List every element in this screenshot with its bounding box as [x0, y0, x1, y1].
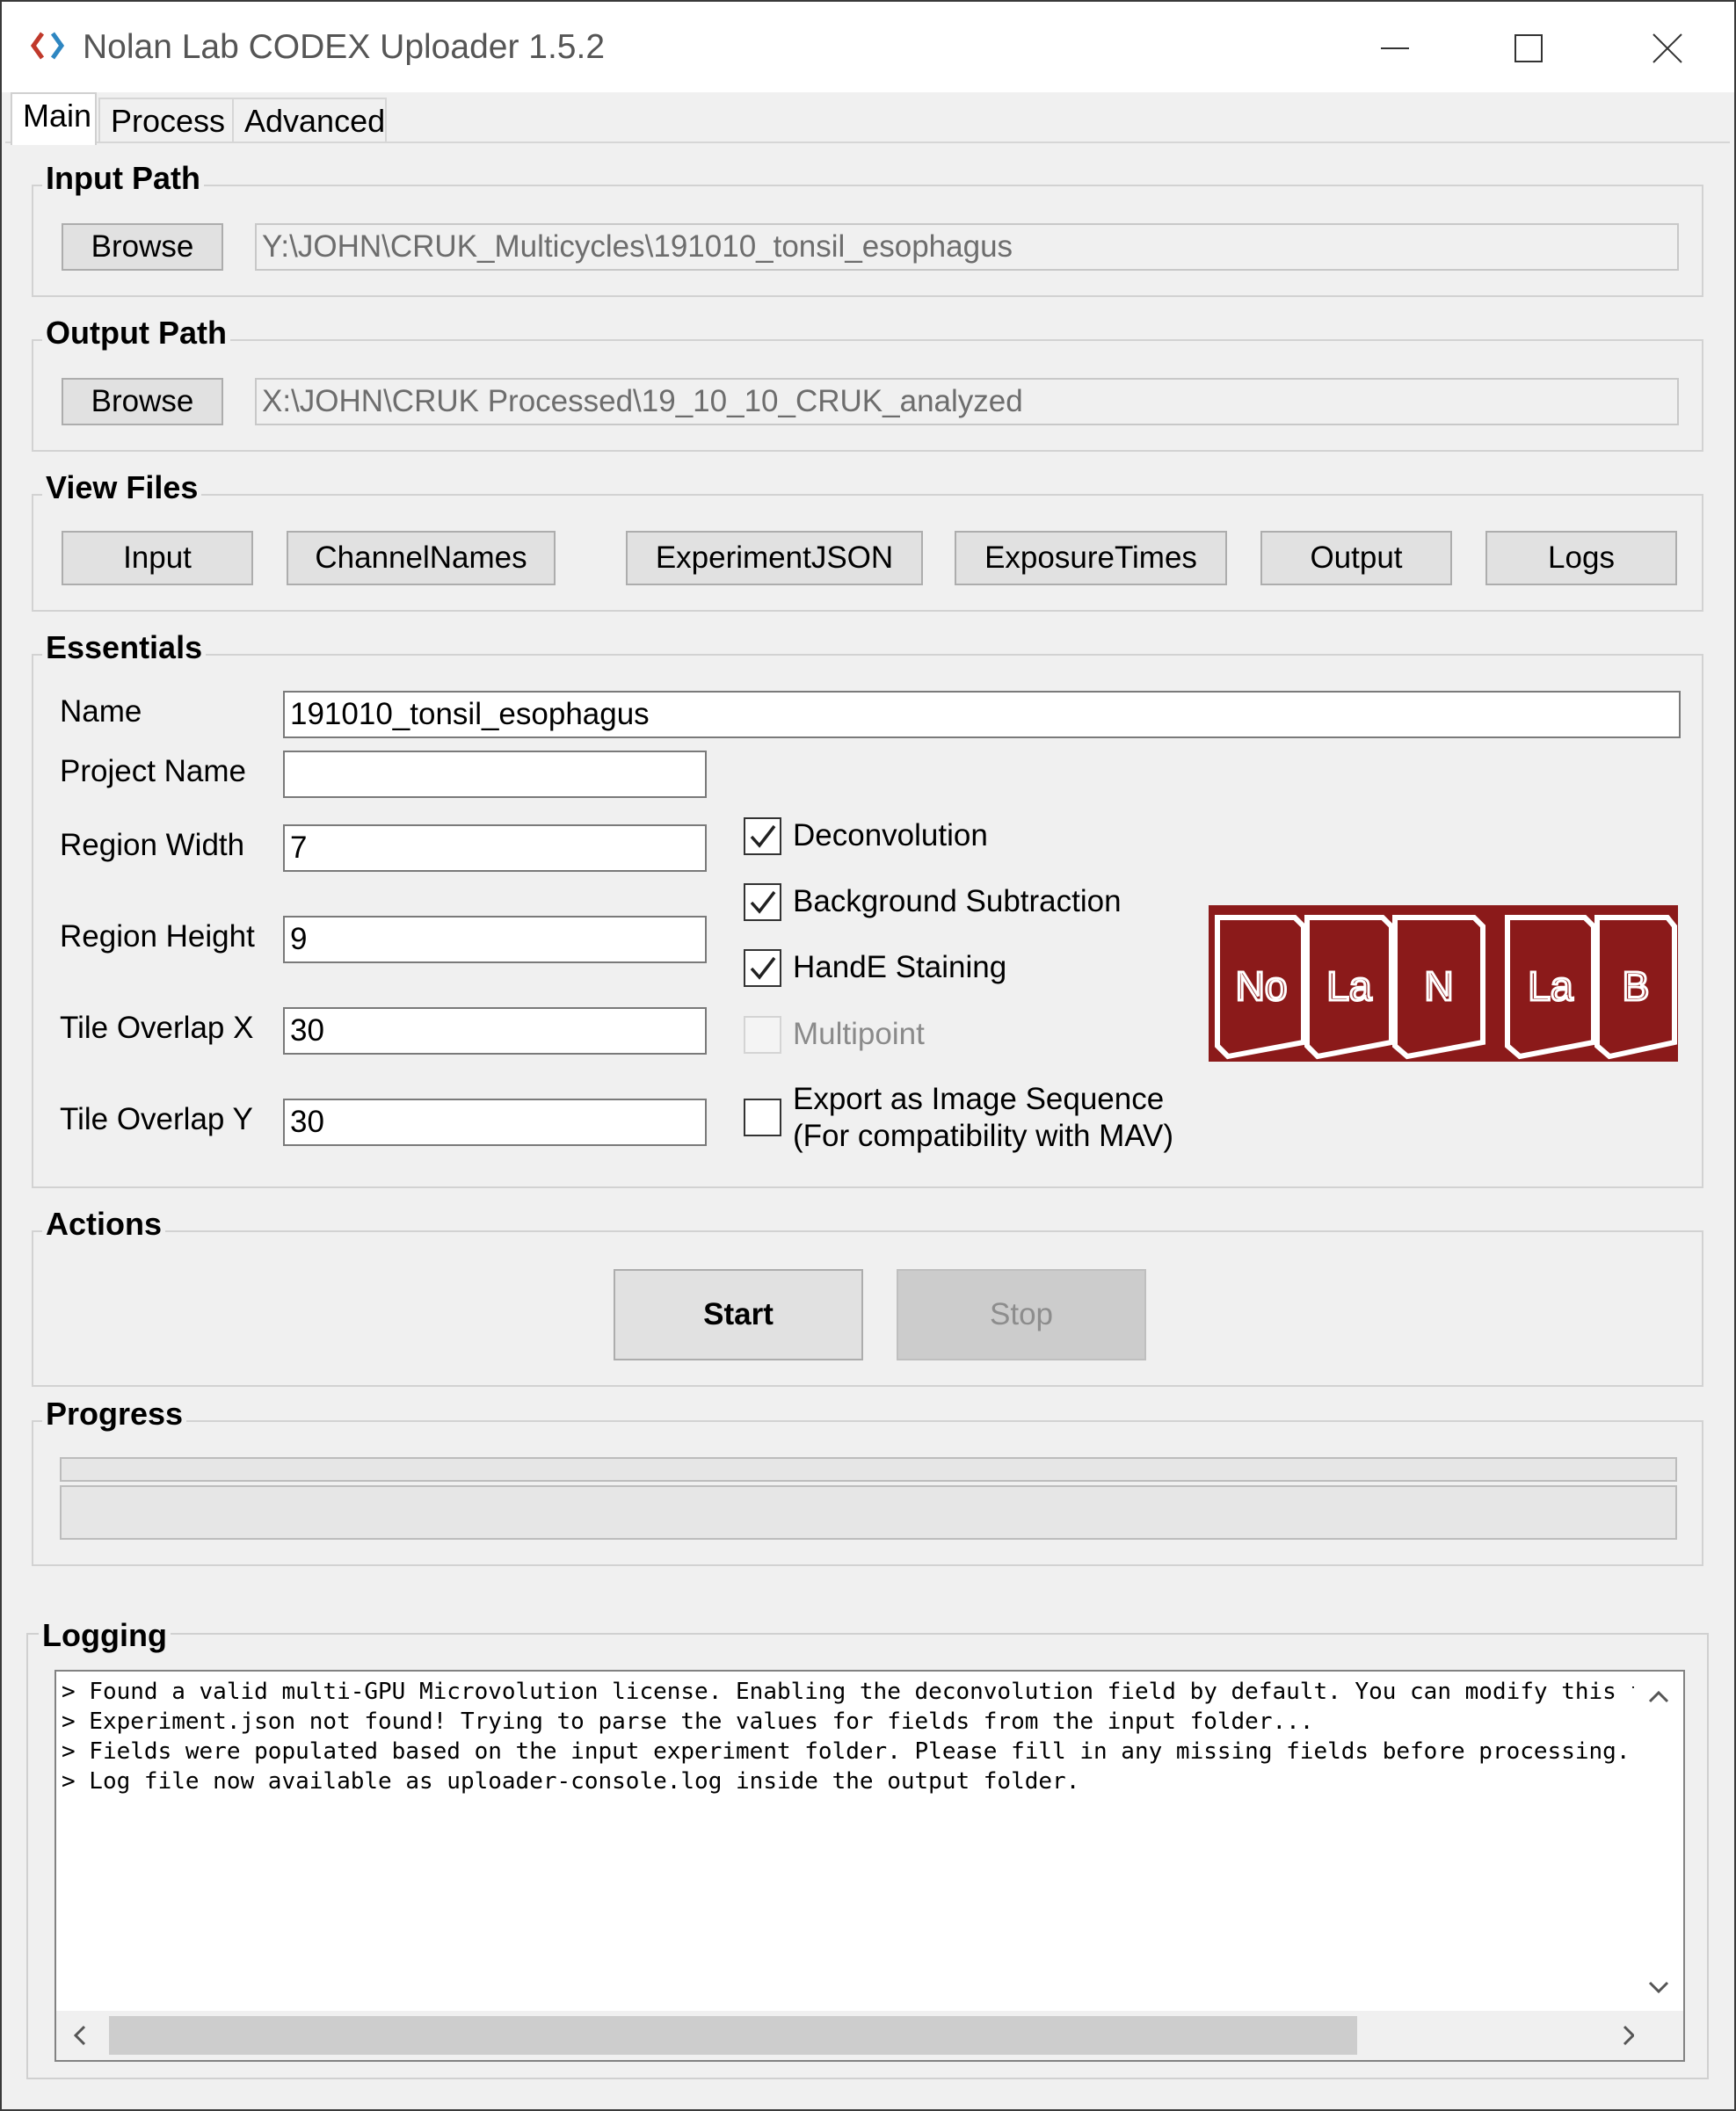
output-path-title: Output Path	[42, 315, 230, 352]
log-line: > Fields were populated based on the inp…	[62, 1738, 1634, 1765]
maximize-icon	[1514, 34, 1543, 62]
project-name-label: Project Name	[60, 754, 247, 788]
view-files-group: View Files Input ChannelNames Experiment…	[32, 469, 1703, 612]
scrollbar-corner	[1634, 2011, 1683, 2060]
export-image-sequence-label: Export as Image Sequence	[793, 1082, 1165, 1116]
tile-overlap-y-label: Tile Overlap Y	[60, 1102, 253, 1136]
checkmark-icon	[750, 890, 776, 914]
background-subtraction-checkbox[interactable]	[744, 883, 781, 921]
essentials-title: Essentials	[42, 629, 207, 666]
hande-staining-label: HandE Staining	[793, 950, 1007, 984]
logo-tile-2: La	[1326, 963, 1372, 1009]
minimize-icon	[1381, 47, 1409, 49]
export-image-sequence-checkbox[interactable]	[744, 1099, 781, 1136]
title-bar: Nolan Lab CODEX Uploader 1.5.2	[2, 2, 1734, 92]
close-button[interactable]	[1628, 18, 1707, 79]
logo-tile-1: No	[1236, 963, 1288, 1009]
view-files-title: View Files	[42, 469, 202, 506]
logo-tile-5: B	[1623, 963, 1650, 1009]
input-browse-button[interactable]: Browse	[62, 223, 223, 271]
logo-tile-3: N	[1424, 963, 1453, 1009]
progress-group: Progress	[32, 1396, 1703, 1566]
stop-button: Stop	[897, 1269, 1146, 1360]
scroll-left-icon[interactable]	[56, 2011, 105, 2060]
start-button[interactable]: Start	[614, 1269, 863, 1360]
output-path-group: Output Path Browse X:\JOHN\CRUK Processe…	[32, 315, 1703, 452]
close-icon	[1652, 33, 1682, 63]
output-browse-button[interactable]: Browse	[62, 378, 223, 425]
logo-tiles: No La N La B	[1215, 915, 1677, 1060]
minimize-button[interactable]	[1355, 18, 1435, 79]
log-output[interactable]: > Found a valid multi-GPU Microvolution …	[54, 1670, 1685, 2062]
log-horizontal-scrollbar[interactable]	[56, 2011, 1683, 2060]
progress-title: Progress	[42, 1396, 187, 1433]
horizontal-scroll-thumb[interactable]	[109, 2016, 1357, 2055]
checkmark-icon	[750, 824, 776, 848]
output-path-field[interactable]: X:\JOHN\CRUK Processed\19_10_10_CRUK_ana…	[255, 378, 1679, 425]
project-name-field[interactable]	[283, 751, 707, 798]
tab-advanced[interactable]: Advanced	[232, 98, 387, 143]
region-width-field[interactable]: 7	[283, 824, 707, 872]
view-logs-button[interactable]: Logs	[1485, 531, 1677, 585]
view-experimentjson-button[interactable]: ExperimentJSON	[626, 531, 923, 585]
window-title: Nolan Lab CODEX Uploader 1.5.2	[83, 28, 606, 66]
view-exposuretimes-button[interactable]: ExposureTimes	[955, 531, 1227, 585]
app-icon	[30, 32, 65, 60]
region-height-label: Region Height	[60, 919, 255, 954]
region-height-field[interactable]: 9	[283, 916, 707, 963]
export-image-sequence-sublabel: (For compatibility with MAV)	[793, 1119, 1174, 1153]
tab-main[interactable]: Main	[11, 92, 97, 145]
multipoint-checkbox	[744, 1016, 781, 1054]
log-lines: > Found a valid multi-GPU Microvolution …	[56, 1672, 1634, 2013]
log-line: > Found a valid multi-GPU Microvolution …	[62, 1679, 1634, 1705]
actions-group: Actions Start Stop	[32, 1206, 1703, 1387]
input-path-group: Input Path Browse Y:\JOHN\CRUK_Multicycl…	[32, 160, 1703, 297]
logo-tile-4: La	[1528, 963, 1573, 1009]
progress-bar-top	[60, 1457, 1677, 1482]
nolan-lab-logo: No La N La B	[1209, 905, 1678, 1062]
input-path-field[interactable]: Y:\JOHN\CRUK_Multicycles\191010_tonsil_e…	[255, 223, 1679, 271]
name-field[interactable]: 191010_tonsil_esophagus	[283, 691, 1681, 738]
view-channelnames-button[interactable]: ChannelNames	[287, 531, 556, 585]
view-output-button[interactable]: Output	[1260, 531, 1452, 585]
log-line: > Log file now available as uploader-con…	[62, 1768, 1080, 1795]
scroll-up-icon[interactable]	[1634, 1672, 1683, 1721]
progress-bar-main	[60, 1485, 1677, 1540]
region-width-label: Region Width	[60, 828, 245, 862]
tile-overlap-y-field[interactable]: 30	[283, 1099, 707, 1146]
background-subtraction-label: Background Subtraction	[793, 884, 1122, 918]
logging-title: Logging	[39, 1617, 171, 1654]
view-input-button[interactable]: Input	[62, 531, 253, 585]
log-line: > Experiment.json not found! Trying to p…	[62, 1708, 1314, 1735]
log-vertical-scrollbar[interactable]	[1634, 1672, 1683, 2013]
hande-staining-checkbox[interactable]	[744, 949, 781, 987]
tile-overlap-x-field[interactable]: 30	[283, 1007, 707, 1055]
multipoint-label: Multipoint	[793, 1017, 925, 1051]
input-path-title: Input Path	[42, 160, 204, 197]
tile-overlap-x-label: Tile Overlap X	[60, 1011, 254, 1045]
deconvolution-label: Deconvolution	[793, 818, 988, 852]
scroll-down-icon[interactable]	[1634, 1963, 1683, 2013]
maximize-button[interactable]	[1489, 18, 1568, 79]
checkmark-icon	[750, 956, 776, 980]
app-window: Nolan Lab CODEX Uploader 1.5.2 Main Proc…	[0, 0, 1736, 2111]
deconvolution-checkbox[interactable]	[744, 817, 781, 855]
name-label: Name	[60, 694, 142, 729]
tab-process[interactable]: Process	[98, 98, 237, 143]
actions-title: Actions	[42, 1206, 166, 1243]
